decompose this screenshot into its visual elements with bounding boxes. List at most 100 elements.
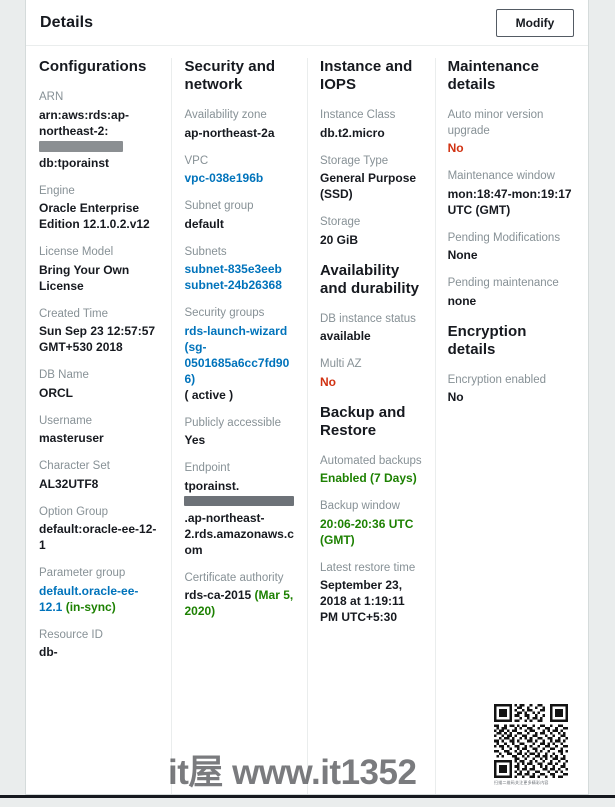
field-license-model: License Model Bring Your Own License <box>39 245 159 294</box>
field-subnets: Subnets subnet-835e3eeb subnet-24b26368 <box>184 245 295 294</box>
field-label: Storage <box>320 216 361 228</box>
field-value: tporainst. xxxxxxxxxxxxxxx .ap-northeast-2… <box>184 478 295 558</box>
field-label: Publicly accessible <box>184 416 281 429</box>
modify-button[interactable]: Modify <box>496 8 574 37</box>
field-resource-id: Resource ID db- <box>39 628 159 661</box>
field-auto-minor-version-upgrade: Auto minor version upgrade No <box>448 108 576 156</box>
field-vpc: VPC vpc-038e196b <box>184 154 295 187</box>
arn-suffix: db:tporainst <box>39 155 109 170</box>
field-value: None <box>447 248 478 262</box>
card-header: Details Modify <box>26 0 588 46</box>
field-value: none <box>447 293 477 308</box>
subnets-link[interactable]: subnet-835e3eeb subnet-24b26368 <box>184 261 295 293</box>
field-value: default:oracle-ee-12-1 <box>39 522 157 552</box>
field-label: Encryption enabled <box>447 373 547 386</box>
field-arn: ARN arn:aws:rds:ap-northeast-2: xxxxxxxxx… <box>39 90 159 171</box>
column-security-and-network: Security and network Availability zone a… <box>171 58 307 794</box>
section-heading-availability: Availability and durability <box>320 261 420 297</box>
security-group-link[interactable]: rds-launch-wizard (sg-0501685a6cc7fd906) <box>184 323 295 387</box>
field-label: Backup window <box>320 500 400 512</box>
field-label: Endpoint <box>184 462 230 474</box>
section-heading-maintenance: Maintenance details <box>447 58 539 93</box>
field-label: Subnets <box>184 245 227 258</box>
status-badge-automated-backups: Enabled (7 Days) <box>320 471 417 485</box>
field-label: License Model <box>39 246 114 258</box>
field-engine: Engine Oracle Enterprise Edition 12.1.0.… <box>39 184 159 233</box>
section-heading-instance: Instance and IOPS <box>320 58 413 93</box>
field-multi-az: Multi AZ No <box>320 357 423 390</box>
field-value: Yes <box>184 433 206 447</box>
field-label: Automated backups <box>320 454 422 467</box>
vpc-link[interactable]: vpc-038e196b <box>184 170 295 186</box>
field-storage-type: Storage Type General Purpose (SSD) <box>320 154 423 203</box>
field-label: Pending Modifications <box>447 231 561 244</box>
field-label: Multi AZ <box>320 358 362 370</box>
field-value: No <box>447 390 464 404</box>
field-label: Latest restore time <box>320 561 416 574</box>
field-option-group: Option Group default:oracle-ee-12-1 <box>39 505 159 554</box>
field-value: ap-northeast-2a <box>184 125 275 140</box>
field-label: Auto minor version upgrade <box>447 109 544 137</box>
field-subnet-group: Subnet group default <box>184 199 295 232</box>
arn-prefix: arn:aws:rds:ap-northeast-2: <box>39 107 130 138</box>
details-card: Details Modify Configurations ARN arn:aw… <box>25 0 589 795</box>
field-value: ORCL <box>39 385 73 400</box>
field-value: default <box>184 216 224 231</box>
field-certificate-authority: Certificate authority rds-ca-2015 (Mar 5… <box>184 571 295 620</box>
field-label: VPC <box>184 154 209 167</box>
column-maintenance-details: Maintenance details Auto minor version u… <box>434 58 588 794</box>
field-label: Engine <box>39 184 75 197</box>
redacted-endpoint-id: xxxxxxxxxxxxxxx <box>184 496 295 507</box>
field-latest-restore-time: Latest restore time September 23, 2018 a… <box>320 561 423 626</box>
field-endpoint: Endpoint tporainst. xxxxxxxxxxxxxxx .ap-no… <box>184 461 295 558</box>
field-value: masteruser <box>39 431 104 445</box>
field-label: Option Group <box>39 505 109 518</box>
field-instance-class: Instance Class db.t2.micro <box>320 108 423 141</box>
field-pending-maintenance: Pending maintenance none <box>448 276 576 309</box>
field-value: rds-ca-2015 (Mar 5, 2020) <box>184 587 295 619</box>
field-value: db- <box>39 645 58 659</box>
field-value: default.oracle-ee-12.1 (in-sync) <box>39 583 159 615</box>
field-label: Security groups <box>184 307 265 319</box>
bottom-divider <box>0 795 615 798</box>
field-value: 20:06-20:36 UTC (GMT) <box>320 516 414 547</box>
field-label: Certificate authority <box>184 571 284 584</box>
field-value: AL32UTF8 <box>39 476 99 491</box>
field-label: Parameter group <box>39 567 126 579</box>
field-value: September 23, 2018 at 1:19:11 PM UTC+5:3… <box>320 578 405 624</box>
section-heading-backup: Backup and Restore <box>320 403 406 439</box>
field-label: Instance Class <box>320 109 396 121</box>
field-label: DB Name <box>39 369 89 381</box>
column-instance-and-iops: Instance and IOPS Instance Class db.t2.m… <box>307 58 435 794</box>
redacted-account-id: xxxxxxxxxxxx <box>39 140 123 152</box>
section-heading-security: Security and network <box>184 58 276 93</box>
field-label: DB instance status <box>320 312 416 325</box>
field-publicly-accessible: Publicly accessible Yes <box>184 416 295 449</box>
field-label: Maintenance window <box>447 170 555 182</box>
section-heading-configurations: Configurations <box>39 58 147 75</box>
field-label: Resource ID <box>39 628 103 641</box>
field-created-time: Created Time Sun Sep 23 12:57:57 GMT+530… <box>39 307 159 356</box>
field-value: db.t2.micro <box>320 125 385 140</box>
endpoint-prefix: tporainst. <box>184 478 240 493</box>
status-badge-auto-minor-upgrade: No <box>447 141 464 155</box>
parameter-group-status: (in-sync) <box>62 599 116 614</box>
field-label: ARN <box>39 91 64 103</box>
section-heading-encryption: Encryption details <box>447 322 527 358</box>
field-pending-modifications: Pending Modifications None <box>448 231 576 264</box>
field-security-groups: Security groups rds-launch-wizard (sg-05… <box>184 306 295 403</box>
screenshot-root: Details Modify Configurations ARN arn:aw… <box>0 0 615 807</box>
field-db-name: DB Name ORCL <box>39 368 159 401</box>
page-title: Details <box>40 13 94 31</box>
field-value: mon:18:47-mon:19:17 UTC (GMT) <box>447 186 572 217</box>
field-label: Subnet group <box>184 200 254 212</box>
endpoint-suffix: .ap-northeast-2.rds.amazonaws.com <box>184 510 294 557</box>
field-storage: Storage 20 GiB <box>320 215 423 248</box>
field-value: available <box>320 329 371 343</box>
field-parameter-group: Parameter group default.oracle-ee-12.1 (… <box>39 566 159 615</box>
field-encryption-enabled: Encryption enabled No <box>448 373 576 406</box>
field-value: 20 GiB <box>320 232 359 247</box>
field-label: Username <box>39 414 93 427</box>
field-automated-backups: Automated backups Enabled (7 Days) <box>320 454 423 487</box>
column-configurations: Configurations ARN arn:aws:rds:ap-northe… <box>26 58 171 794</box>
